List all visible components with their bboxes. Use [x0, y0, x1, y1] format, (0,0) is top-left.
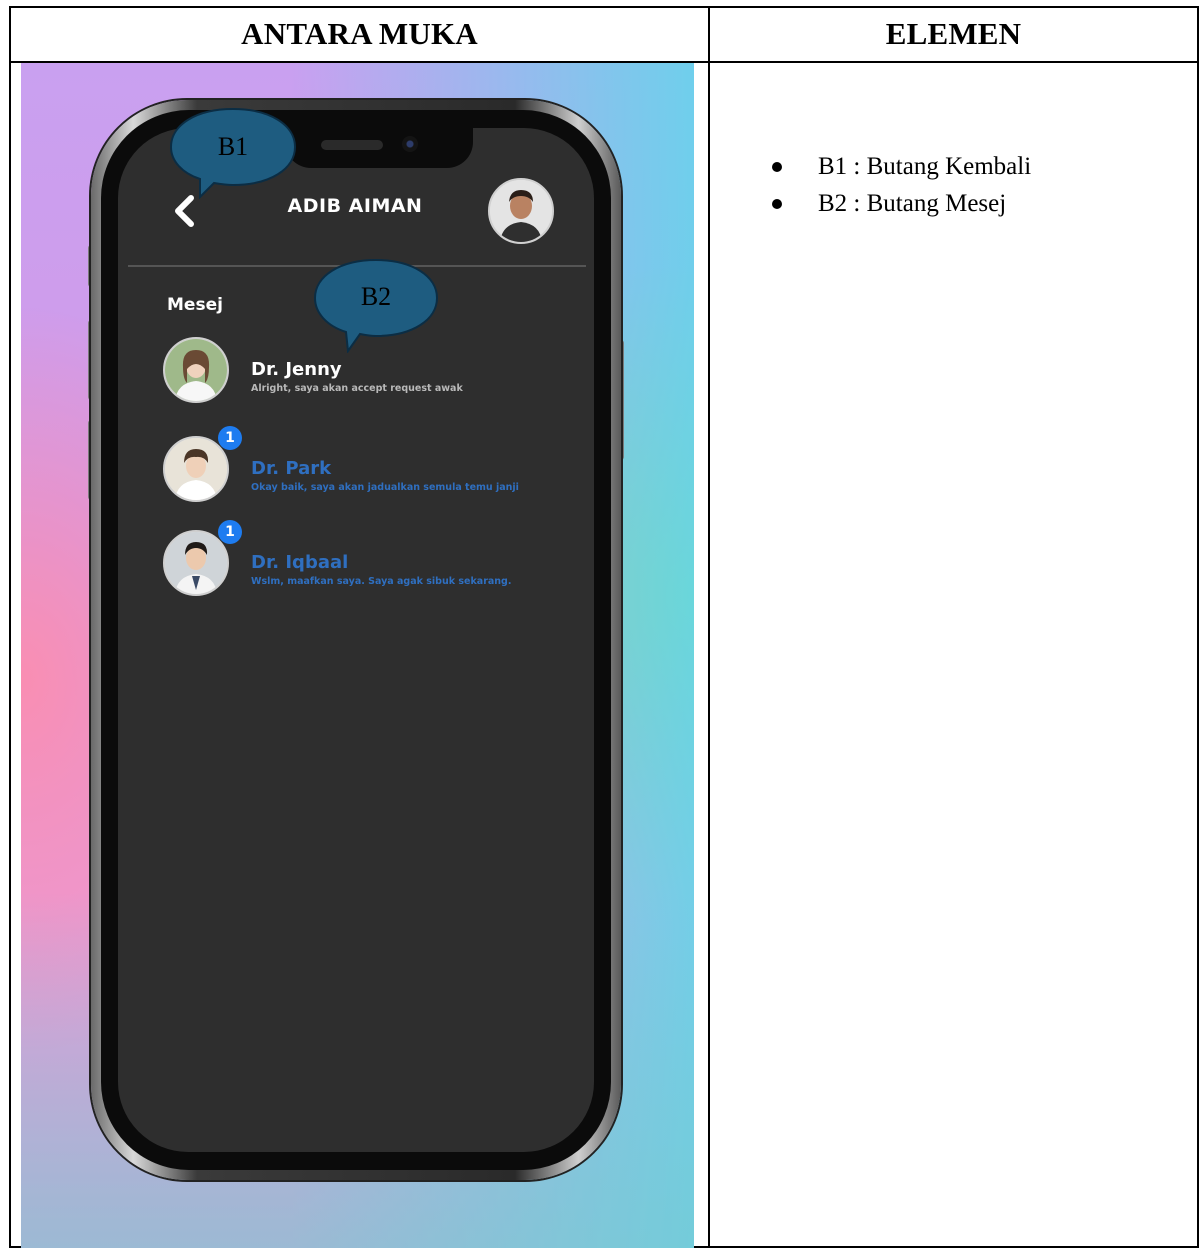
contact-name: Dr. Jenny — [251, 359, 342, 380]
element-list-item: B1 : Butang Kembali — [768, 148, 1031, 185]
callout-b2: B2 — [312, 258, 440, 354]
person-avatar-icon — [165, 532, 227, 594]
message-preview: Okay baik, saya akan jadualkan semula te… — [251, 482, 519, 493]
callout-b1: B1 — [168, 107, 298, 200]
person-avatar-icon — [165, 438, 227, 500]
element-description: B2 : Butang Mesej — [818, 190, 1007, 217]
bullet-icon — [772, 162, 782, 172]
person-avatar-icon — [490, 180, 552, 242]
callout-label: B1 — [217, 132, 249, 161]
messages-section-title: Mesej — [167, 295, 223, 315]
bullet-icon — [772, 199, 782, 209]
avatar-dr-park — [163, 436, 229, 502]
person-avatar-icon — [165, 339, 227, 401]
element-description: B1 : Butang Kembali — [818, 153, 1032, 180]
header-antara-muka: ANTARA MUKA — [241, 15, 478, 51]
header-elemen: ELEMEN — [885, 15, 1022, 51]
user-avatar[interactable] — [488, 178, 554, 244]
front-camera — [402, 136, 418, 152]
element-list-item: B2 : Butang Mesej — [768, 185, 1031, 222]
speaker-grille — [321, 140, 383, 150]
message-preview: Alright, saya akan accept request awak — [251, 383, 463, 394]
element-list: B1 : Butang Kembali B2 : Butang Mesej — [768, 148, 1031, 222]
avatar-dr-jenny — [163, 337, 229, 403]
avatar-dr-iqbaal — [163, 530, 229, 596]
unread-count-badge: 1 — [218, 520, 242, 544]
message-preview: Wslm, maafkan saya. Saya agak sibuk seka… — [251, 576, 512, 587]
contact-name: Dr. Iqbaal — [251, 552, 349, 573]
callout-label: B2 — [360, 282, 392, 311]
unread-count-badge: 1 — [218, 426, 242, 450]
conversation-item-dr-park[interactable]: 1 Dr. Park Okay baik, saya akan jadualka… — [163, 426, 583, 506]
table-column-divider — [708, 6, 710, 1248]
contact-name: Dr. Park — [251, 458, 332, 479]
conversation-item-dr-iqbaal[interactable]: 1 Dr. Iqbaal Wslm, maafkan saya. Saya ag… — [163, 520, 583, 600]
